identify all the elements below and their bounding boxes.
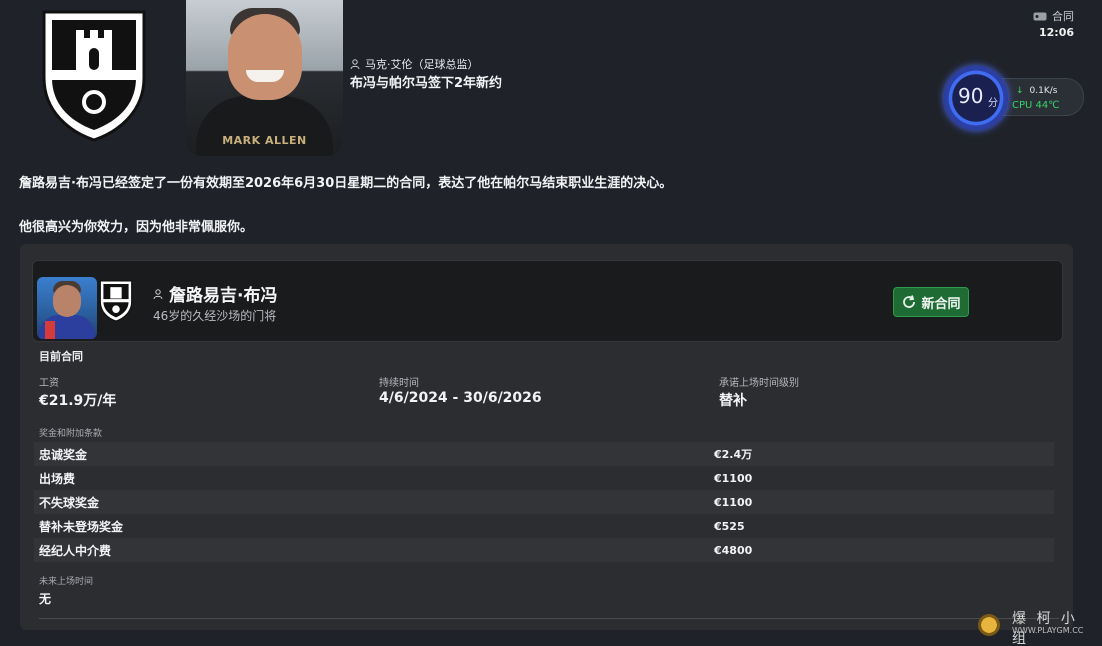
cpu-temp: CPU 44℃ [1012, 100, 1060, 111]
person-icon [153, 288, 163, 299]
new-contract-button[interactable]: 新合同 [893, 287, 969, 317]
duration-label: 持续时间 [379, 378, 419, 389]
club-crest-logo [42, 10, 146, 142]
future-playing-time-title: 未来上场时间 [39, 577, 94, 587]
table-row: 经纪人中介费 €4800 [34, 538, 1054, 562]
bonus-table: 忠诚奖金 €2.4万 出场费 €1100 不失球奖金 €1100 替补未登场奖金… [34, 442, 1054, 562]
clock-time: 12:06 [1038, 26, 1074, 39]
person-icon [350, 59, 360, 69]
divider [39, 618, 1059, 619]
player-name[interactable]: 詹路易吉·布冯 [153, 281, 277, 306]
bonus-name: 替补未登场奖金 [39, 519, 124, 534]
author-name: 马克·艾伦（足球总监） [365, 58, 479, 71]
duration-value: 4/6/2024 - 30/6/2026 [379, 390, 542, 406]
top-right-status: 合同 12:06 [1033, 8, 1074, 39]
bonus-value: €1100 [714, 495, 753, 509]
section-label: 合同 [1052, 10, 1074, 23]
bonus-name: 忠诚奖金 [39, 447, 88, 462]
playing-time-label: 承诺上场时间级别 [719, 378, 799, 389]
wage-value: €21.9万/年 [39, 393, 117, 409]
watermark-logo-icon [978, 614, 1000, 636]
photo-caption: MARK ALLEN [222, 134, 307, 147]
bonus-value: €4800 [714, 543, 753, 557]
table-row: 替补未登场奖金 €525 [34, 514, 1054, 538]
score-unit: 分 [988, 98, 998, 109]
performance-widget[interactable]: 90 分 ↓ 0.1K/s CPU 44℃ [944, 66, 1084, 130]
news-body-paragraph-2: 他很高兴为你效力，因为他非常佩服你。 [19, 220, 254, 235]
wage-label: 工资 [39, 378, 59, 389]
refresh-icon [903, 295, 916, 308]
bonus-name: 出场费 [39, 471, 76, 486]
contract-tag-icon [1033, 12, 1047, 20]
club-crest-small-icon [99, 280, 133, 322]
playing-time-value: 替补 [719, 393, 747, 409]
table-row: 出场费 €1100 [34, 466, 1054, 490]
director-photo: MARK ALLEN [186, 0, 343, 156]
news-body-paragraph-1: 詹路易吉·布冯已经签定了一份有效期至2026年6月30日星期二的合同，表达了他在… [19, 176, 673, 191]
score-value: 90 [958, 84, 984, 108]
table-row: 不失球奖金 €1100 [34, 490, 1054, 514]
bonus-section-title: 奖金和附加条款 [39, 429, 103, 439]
download-arrow-icon: ↓ [1016, 86, 1024, 96]
player-description: 46岁的久经沙场的门将 [153, 309, 277, 323]
bonus-name: 不失球奖金 [39, 495, 100, 510]
future-playing-time-value: 无 [39, 592, 52, 606]
player-header: 詹路易吉·布冯 46岁的久经沙场的门将 新合同 [32, 260, 1063, 342]
net-speed: ↓ 0.1K/s [1016, 86, 1058, 96]
watermark: 爆 柯 小 组 WWW.PLAYGM.CC [970, 600, 1100, 646]
contract-card: 詹路易吉·布冯 46岁的久经沙场的门将 新合同 目前合同 工资 €21.9万/年… [20, 244, 1073, 630]
watermark-url: WWW.PLAYGM.CC [1012, 626, 1084, 635]
bonus-value: €2.4万 [714, 448, 753, 461]
bonus-name: 经纪人中介费 [39, 543, 112, 558]
news-headline: 布冯与帕尔马签下2年新约 [350, 76, 503, 91]
current-contract-title: 目前合同 [39, 350, 83, 363]
table-row: 忠诚奖金 €2.4万 [34, 442, 1054, 466]
bonus-value: €525 [714, 519, 745, 533]
news-author: 马克·艾伦（足球总监） [350, 56, 479, 72]
player-avatar[interactable] [37, 277, 97, 339]
bonus-value: €1100 [714, 471, 753, 485]
